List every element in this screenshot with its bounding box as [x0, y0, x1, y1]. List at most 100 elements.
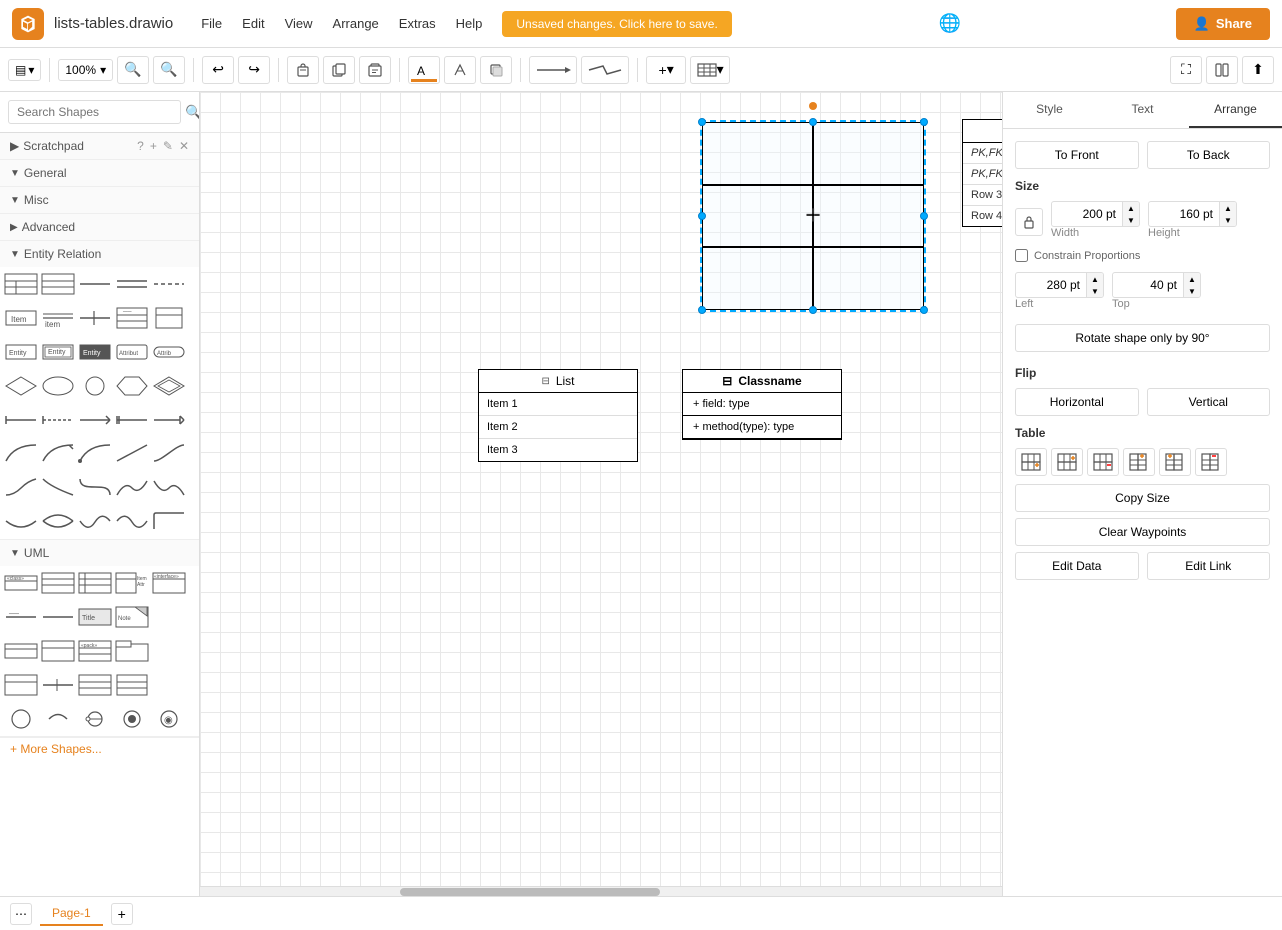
list-item-3[interactable]: Item 3 [479, 439, 637, 461]
to-front-button[interactable]: To Front [1015, 141, 1139, 169]
list-item-2[interactable]: Item 2 [479, 416, 637, 439]
misc-section-header[interactable]: ▼ Misc [0, 187, 199, 213]
uml-shape-1[interactable]: «class» [4, 569, 38, 597]
menu-file[interactable]: File [191, 12, 232, 35]
er-curve-15[interactable] [152, 508, 186, 536]
handle-ml[interactable] [698, 212, 706, 220]
er-curve-6[interactable] [4, 474, 38, 502]
table-shape[interactable]: ⊟ Table PK,FK1 Row 1 PK,FK2 Row 2 Row 3 … [962, 119, 1002, 227]
top-input[interactable] [1113, 274, 1183, 296]
er-line-4[interactable] [115, 406, 149, 434]
left-increment[interactable]: ▲ [1087, 273, 1103, 285]
advanced-section-header[interactable]: ▶ Advanced [0, 214, 199, 240]
width-increment[interactable]: ▲ [1123, 202, 1139, 214]
er-relation-oval[interactable] [41, 372, 75, 400]
er-curve-3[interactable] [78, 440, 112, 468]
uml-shape-11[interactable] [41, 637, 75, 665]
rotation-handle[interactable] [809, 102, 817, 110]
rotate-button[interactable]: Rotate shape only by 90° [1015, 324, 1270, 352]
er-relation-diamond[interactable] [4, 372, 38, 400]
sidebar-toggle-button[interactable]: ▤ ▾ [8, 59, 41, 81]
er-shape-list[interactable] [41, 270, 75, 298]
paste-style-button[interactable] [359, 56, 391, 84]
scratchpad-section-header[interactable]: ▶ Scratchpad ? + ✎ ✕ [0, 133, 199, 160]
table-row-4[interactable]: Row 4 [963, 206, 1002, 226]
entity-relation-section-header[interactable]: ▼ Entity Relation [0, 241, 199, 267]
scratchpad-close-icon[interactable]: ✕ [179, 139, 189, 153]
uml-shape-3[interactable] [78, 569, 112, 597]
copy-size-button[interactable]: Copy Size [1015, 484, 1270, 512]
handle-bc[interactable] [809, 306, 817, 314]
unsaved-changes-button[interactable]: Unsaved changes. Click here to save. [502, 11, 731, 37]
list-shape[interactable]: ⊟ List Item 1 Item 2 Item 3 [478, 369, 638, 462]
waypoint-button[interactable] [581, 56, 629, 84]
er-curve-13[interactable] [78, 508, 112, 536]
uml-shape-16[interactable] [78, 671, 112, 699]
tab-text[interactable]: Text [1096, 92, 1189, 128]
er-curve-5[interactable] [152, 440, 186, 468]
er-shape-table[interactable] [4, 270, 38, 298]
selected-grid-shape[interactable]: ✛ [700, 120, 926, 312]
shadow-button[interactable] [480, 56, 512, 84]
copy-style-button[interactable] [323, 56, 355, 84]
line-color-button[interactable] [444, 56, 476, 84]
top-decrement[interactable]: ▼ [1184, 285, 1200, 297]
handle-tc[interactable] [809, 118, 817, 126]
er-shape-line-double[interactable] [115, 270, 149, 298]
er-curve-12[interactable] [41, 508, 75, 536]
uml-shape-8[interactable]: Title [78, 603, 112, 631]
er-shape-dash[interactable] [78, 304, 112, 332]
add-page-button[interactable]: + [111, 903, 133, 925]
menu-view[interactable]: View [275, 12, 323, 35]
fullscreen-button[interactable]: ⛶ [1170, 56, 1202, 84]
menu-arrange[interactable]: Arrange [323, 12, 389, 35]
table-delete-row[interactable] [1087, 448, 1119, 476]
format-button[interactable] [1206, 56, 1238, 84]
horizontal-scrollbar[interactable] [200, 886, 1002, 896]
uml-shape-17[interactable] [115, 671, 149, 699]
tab-arrange[interactable]: Arrange [1189, 92, 1282, 128]
width-input[interactable] [1052, 203, 1122, 225]
zoom-in-button[interactable]: 🔍 [117, 56, 149, 84]
er-entity-rect[interactable]: Entity [4, 338, 38, 366]
uml-end-circle[interactable] [115, 705, 149, 733]
er-attribute-pill[interactable]: Attrib [152, 338, 186, 366]
flip-horizontal-button[interactable]: Horizontal [1015, 388, 1139, 416]
flip-vertical-button[interactable]: Vertical [1147, 388, 1271, 416]
zoom-control[interactable]: 100% ▾ [58, 59, 113, 81]
size-lock-button[interactable] [1015, 208, 1043, 236]
er-curve-11[interactable] [4, 508, 38, 536]
to-back-button[interactable]: To Back [1147, 141, 1271, 169]
er-shape-item-box[interactable]: Item [4, 304, 38, 332]
er-shape-class[interactable]: ── [115, 304, 149, 332]
edit-link-button[interactable]: Edit Link [1147, 552, 1271, 580]
scratchpad-edit-icon[interactable]: ✎ [163, 139, 173, 153]
uml-shape-12[interactable]: «pack» [78, 637, 112, 665]
left-input[interactable] [1016, 274, 1086, 296]
er-curve-2[interactable] [41, 440, 75, 468]
tab-style[interactable]: Style [1003, 92, 1096, 128]
table-insert-row-above[interactable] [1051, 448, 1083, 476]
left-decrement[interactable]: ▼ [1087, 285, 1103, 297]
er-line-2[interactable] [41, 406, 75, 434]
handle-tr[interactable] [920, 118, 928, 126]
class-method-1[interactable]: + method(type): type [683, 416, 841, 438]
page-tab-1[interactable]: Page-1 [40, 902, 103, 926]
er-shape-line-dashed[interactable] [152, 270, 186, 298]
table-button[interactable]: ▾ [690, 56, 730, 84]
table-row-2[interactable]: PK,FK2 Row 2 [963, 164, 1002, 185]
menu-help[interactable]: Help [446, 12, 493, 35]
menu-extras[interactable]: Extras [389, 12, 446, 35]
er-entity-double[interactable]: Entity [41, 338, 75, 366]
er-curve-8[interactable] [78, 474, 112, 502]
uml-shape-14[interactable] [4, 671, 38, 699]
er-line-5[interactable] [152, 406, 186, 434]
uml-shape-2[interactable] [41, 569, 75, 597]
er-relation-circle[interactable] [78, 372, 112, 400]
er-curve-4[interactable] [115, 440, 149, 468]
er-curve-10[interactable] [152, 474, 186, 502]
table-row-1[interactable]: PK,FK1 Row 1 [963, 143, 1002, 164]
more-pages-button[interactable]: ⋯ [10, 903, 32, 925]
er-line-3[interactable] [78, 406, 112, 434]
handle-mr[interactable] [920, 212, 928, 220]
